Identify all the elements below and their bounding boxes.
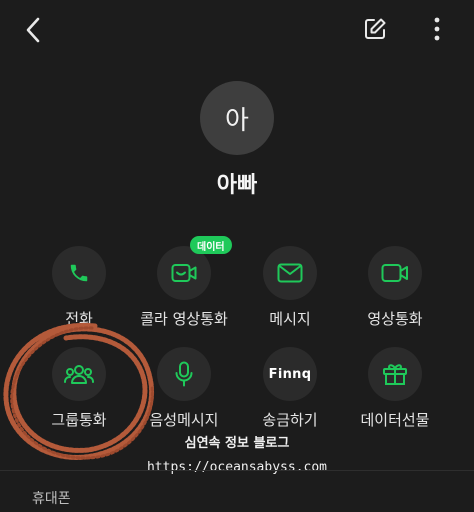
voice-message-circle[interactable] xyxy=(157,347,211,401)
group-call-action[interactable]: 그룹통화 xyxy=(24,347,134,437)
avatar[interactable]: 아 xyxy=(200,81,274,155)
cola-video-call-label: 콜라 영상통화 xyxy=(140,310,228,328)
phone-section-label: 휴대폰 xyxy=(32,491,71,507)
chevron-left-icon xyxy=(26,17,40,43)
video-call-action[interactable]: 영상통화 xyxy=(340,246,450,336)
video-call-label: 영상통화 xyxy=(367,310,423,328)
send-money-action[interactable]: Finnq 송금하기 xyxy=(235,347,345,437)
group-call-label: 그룹통화 xyxy=(51,411,107,429)
message-icon xyxy=(277,263,303,283)
voice-message-label: 음성메시지 xyxy=(149,411,219,429)
watermark-title: 심연속 정보 블로그 xyxy=(184,436,290,451)
vertical-dots-icon xyxy=(434,17,440,41)
message-circle[interactable] xyxy=(263,246,317,300)
voice-message-action[interactable]: 음성메시지 xyxy=(129,347,239,437)
microphone-icon xyxy=(175,361,193,387)
edit-icon xyxy=(365,18,386,39)
more-options-button[interactable] xyxy=(424,12,450,46)
cola-video-call-action[interactable]: 콜라 영상통화 xyxy=(129,246,239,336)
phone-icon xyxy=(70,264,88,282)
back-button[interactable] xyxy=(18,14,48,46)
watermark-url: https://oceansabyss.com xyxy=(146,460,327,475)
data-gift-circle[interactable] xyxy=(368,347,422,401)
avatar-initial: 아 xyxy=(225,105,249,136)
video-call-icon xyxy=(171,264,197,282)
send-money-label: 송금하기 xyxy=(262,411,318,429)
video-camera-icon xyxy=(381,264,408,282)
finnq-logo: Finnq xyxy=(268,366,312,382)
message-label: 메시지 xyxy=(269,310,311,328)
video-call-circle[interactable] xyxy=(368,246,422,300)
call-action[interactable]: 전화 xyxy=(24,246,134,336)
cola-video-call-circle[interactable] xyxy=(157,246,211,300)
section-divider xyxy=(0,470,474,471)
message-action[interactable]: 메시지 xyxy=(235,246,345,336)
contact-name: 아빠 xyxy=(216,173,258,198)
call-label: 전화 xyxy=(65,310,93,328)
top-bar xyxy=(0,0,474,60)
call-circle[interactable] xyxy=(52,246,106,300)
data-gift-action[interactable]: 데이터선물 xyxy=(340,347,450,437)
data-gift-label: 데이터선물 xyxy=(360,411,430,429)
data-badge: 데이터 xyxy=(190,236,232,254)
send-money-circle[interactable]: Finnq xyxy=(263,347,317,401)
group-icon xyxy=(64,365,94,384)
edit-button[interactable] xyxy=(358,12,392,46)
gift-icon xyxy=(383,364,407,385)
group-call-circle[interactable] xyxy=(52,347,106,401)
